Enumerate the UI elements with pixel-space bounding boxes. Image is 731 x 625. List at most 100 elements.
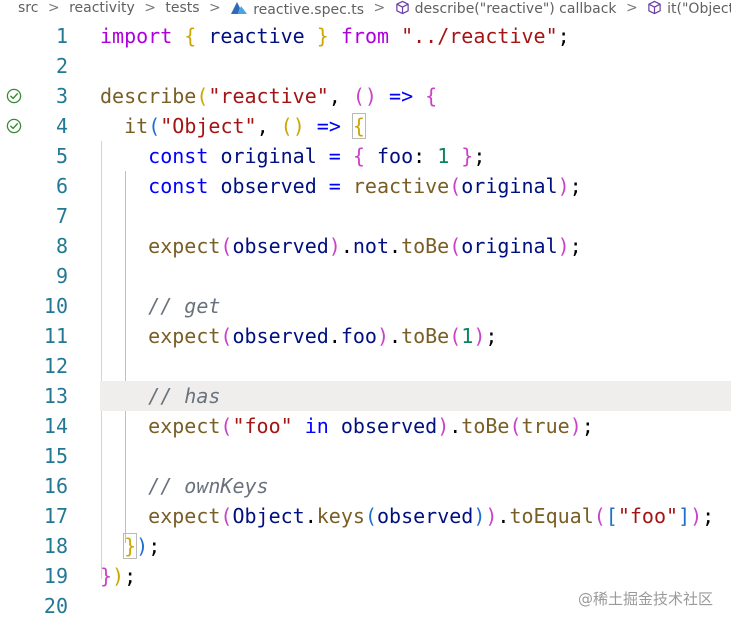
code-text[interactable]: expect(observed.foo).toBe(1); [100, 321, 497, 351]
code-line[interactable]: 9 [0, 261, 731, 291]
code-text[interactable]: // get [100, 291, 220, 321]
code-text[interactable]: expect(Object.keys(observed)).toEqual(["… [100, 501, 714, 531]
code-token: observed [376, 504, 474, 528]
code-token: toBe [401, 324, 450, 348]
code-token: ) [557, 234, 570, 258]
code-token: [ [605, 504, 618, 528]
line-number: 16 [43, 474, 68, 498]
code-token: ; [485, 324, 498, 348]
code-text[interactable]: import { reactive } from "../reactive"; [100, 21, 570, 51]
code-line[interactable]: 2 [0, 51, 731, 81]
code-token: ; [569, 234, 582, 258]
code-token: = [316, 144, 353, 168]
code-token: ) [690, 504, 703, 528]
breadcrumb-item-file[interactable]: reactive.spec.ts [230, 0, 364, 18]
code-line[interactable]: 1 import { reactive } from "../reactive"; [0, 21, 731, 51]
code-token: toEqual [509, 504, 594, 528]
code-line[interactable]: 16 // ownKeys [0, 471, 731, 501]
code-line[interactable]: 7 [0, 201, 731, 231]
code-token: . [340, 234, 353, 258]
line-number: 15 [43, 444, 68, 468]
breadcrumb-item-tests[interactable]: tests [165, 0, 199, 16]
code-line[interactable]: 17 expect(Object.keys(observed)).toEqual… [0, 501, 731, 531]
breadcrumb-item-src[interactable]: src [18, 0, 38, 16]
code-line[interactable]: 6 const observed = reactive(original); [0, 171, 731, 201]
breadcrumb: src > reactivity > tests > reactive.spec… [0, 0, 731, 18]
code-token: ) [473, 324, 486, 348]
code-token: 1 [437, 144, 450, 168]
code-token: "../reactive" [401, 24, 558, 48]
code-line[interactable]: 13 // has [0, 381, 731, 411]
line-number: 13 [43, 384, 68, 408]
code-token: import [100, 24, 173, 48]
code-token: ) [557, 174, 570, 198]
code-token: ) [485, 504, 498, 528]
code-text[interactable]: // has [100, 381, 220, 411]
line-number: 17 [43, 504, 68, 528]
check-circle-icon[interactable] [6, 118, 22, 134]
code-line[interactable]: 8 expect(observed).not.toBe(original); [0, 231, 731, 261]
code-token: . [389, 324, 402, 348]
code-text[interactable]: }); [100, 561, 136, 591]
code-text[interactable]: it("Object", () => { [100, 111, 366, 141]
code-line[interactable]: 18 }); [0, 531, 731, 561]
code-text[interactable]: const original = { foo: 1 }; [100, 141, 485, 171]
code-text[interactable]: // ownKeys [100, 471, 268, 501]
code-line[interactable]: 5 const original = { foo: 1 }; [0, 141, 731, 171]
code-token: ; [581, 414, 594, 438]
code-line[interactable]: 12 [0, 351, 731, 381]
code-token: ( [220, 324, 233, 348]
code-token: ; [124, 564, 137, 588]
code-token: ) [569, 414, 582, 438]
code-token: expect [148, 504, 221, 528]
check-circle-icon[interactable] [6, 88, 22, 104]
code-token: in [304, 414, 329, 438]
code-text[interactable]: expect(observed).not.toBe(original); [100, 231, 582, 261]
line-number: 10 [43, 294, 68, 318]
code-line[interactable]: 15 [0, 441, 731, 471]
chevron-right-icon: > [209, 0, 221, 16]
line-number: 11 [43, 324, 68, 348]
typescript-test-file-icon [231, 2, 248, 14]
code-text[interactable]: const observed = reactive(original); [100, 171, 582, 201]
code-token: it [124, 114, 149, 138]
code-token: foo [376, 144, 414, 168]
chevron-right-icon: > [625, 0, 638, 16]
breadcrumb-item-describe[interactable]: describe("reactive") callback [395, 0, 617, 17]
line-number: 3 [55, 84, 68, 108]
code-token: ) [328, 234, 341, 258]
code-token: . [449, 414, 462, 438]
code-line[interactable]: 3 describe("reactive", () => { [0, 81, 731, 111]
code-token: } [316, 24, 329, 48]
line-number: 6 [55, 174, 68, 198]
code-line[interactable]: 11 expect(observed.foo).toBe(1); [0, 321, 731, 351]
code-text[interactable]: expect("foo" in observed).toBe(true); [100, 411, 594, 441]
code-token: observed [232, 234, 329, 258]
code-token: ) [437, 414, 450, 438]
code-token: => [304, 114, 353, 138]
code-token: ; [569, 174, 582, 198]
breadcrumb-item-it[interactable]: it("Object") callback [647, 0, 731, 17]
code-line[interactable]: 19}); [0, 561, 731, 591]
code-text[interactable]: describe("reactive", () => { [100, 81, 437, 111]
code-line[interactable]: 14 expect("foo" in observed).toBe(true); [0, 411, 731, 441]
code-token: observed [232, 324, 329, 348]
breadcrumb-item-reactivity[interactable]: reactivity [69, 0, 135, 16]
chevron-right-icon: > [373, 0, 386, 16]
code-token: // get [148, 294, 221, 318]
code-editor[interactable]: 1 import { reactive } from "../reactive";… [0, 21, 731, 625]
code-line[interactable]: 4 it("Object", () => { [0, 111, 731, 141]
code-token: "foo" [617, 504, 679, 528]
code-line[interactable]: 10 // get [0, 291, 731, 321]
code-text[interactable]: }); [100, 531, 160, 561]
watermark: @稀土掘金技术社区 [577, 590, 713, 608]
